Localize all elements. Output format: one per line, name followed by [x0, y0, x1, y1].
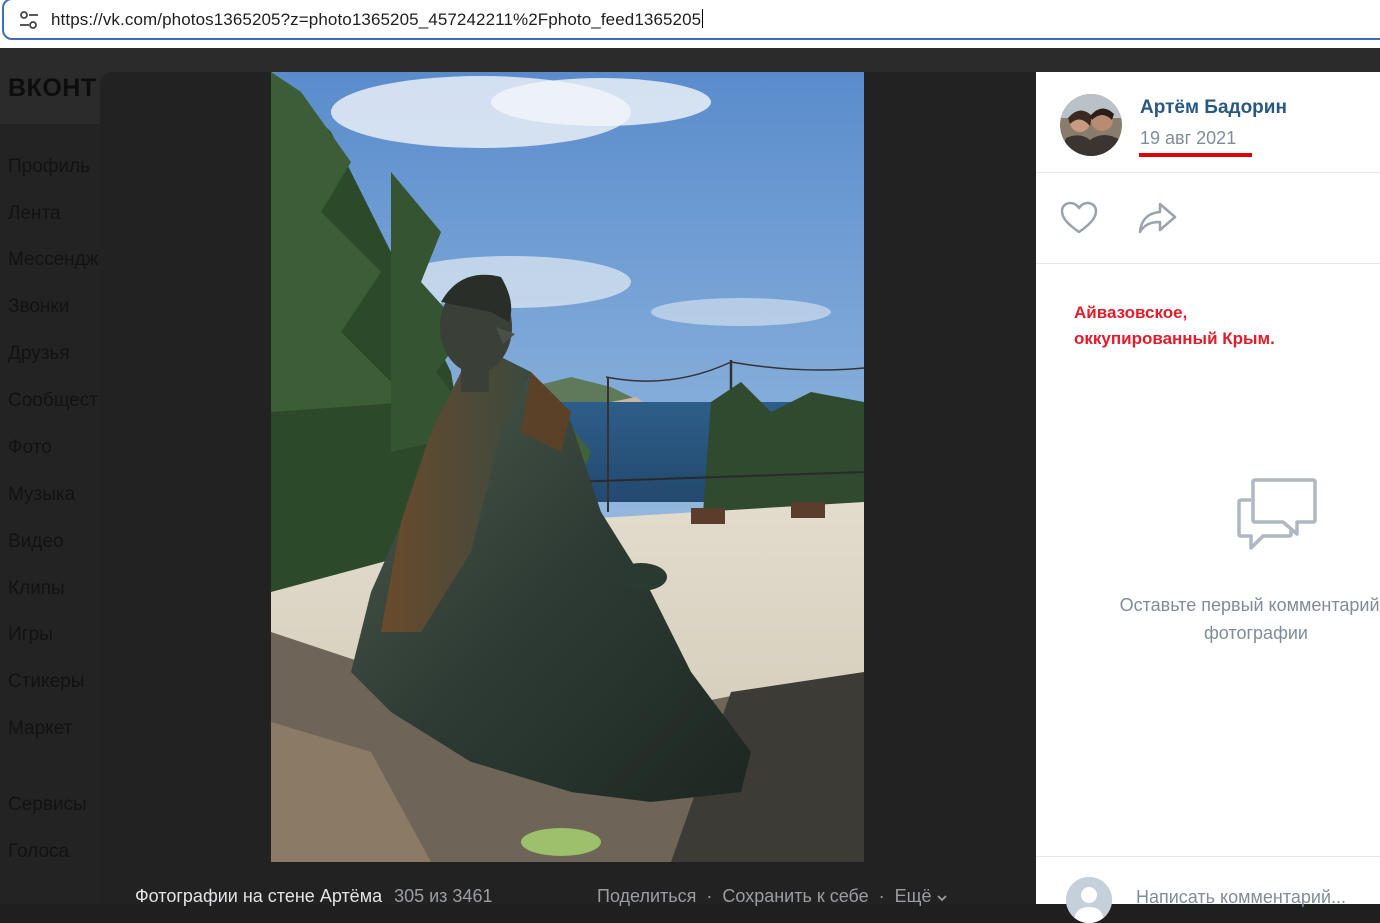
nav-item-friends[interactable]: Друзья: [8, 343, 70, 365]
comments-icon: [1237, 478, 1317, 550]
nav-item-messenger[interactable]: Мессендж: [8, 249, 98, 271]
save-link[interactable]: Сохранить к себе: [722, 886, 868, 906]
share-link[interactable]: Поделиться: [597, 886, 696, 906]
statue-photo: [271, 72, 864, 862]
comment-bar: Написать комментарий...: [1036, 856, 1380, 923]
address-bar[interactable]: https://vk.com/photos1365205?z=photo1365…: [2, 0, 1380, 40]
nav-item-photos[interactable]: Фото: [8, 437, 52, 459]
share-arrow-icon[interactable]: [1138, 201, 1178, 235]
photo-side-panel: Артём Бадорин 19 авг 2021 Айвазовское, о…: [1036, 72, 1380, 923]
nav-item-clips[interactable]: Клипы: [8, 578, 65, 600]
more-menu[interactable]: Ещё: [895, 886, 947, 906]
no-comments-text: Оставьте первый комментарий к фотографии: [1119, 595, 1380, 643]
more-label: Ещё: [894, 886, 932, 906]
nav-item-video[interactable]: Видео: [8, 531, 64, 553]
separator-dot: ·: [706, 886, 713, 906]
nav-item-games[interactable]: Игры: [8, 624, 53, 646]
current-user-avatar: [1066, 877, 1112, 923]
nav-item-votes[interactable]: Голоса: [8, 841, 69, 863]
author-avatar[interactable]: [1060, 94, 1122, 156]
photo-actions: [1036, 173, 1380, 264]
chevron-down-icon: [936, 895, 947, 902]
url-text[interactable]: https://vk.com/photos1365205?z=photo1365…: [51, 9, 704, 30]
date-highlight-underline: [1139, 153, 1252, 157]
heart-icon[interactable]: [1060, 201, 1098, 235]
nav-item-profile[interactable]: Профиль: [8, 156, 90, 178]
vk-logo[interactable]: ВКОНТ: [8, 74, 97, 103]
browser-toolbar: https://vk.com/photos1365205?z=photo1365…: [0, 0, 1380, 48]
separator-dot: ·: [878, 886, 885, 906]
author-name[interactable]: Артём Бадорин: [1140, 97, 1287, 119]
nav-item-calls[interactable]: Звонки: [8, 296, 69, 318]
photo-counter: 305 из 3461: [394, 886, 493, 906]
nav-item-communities[interactable]: Сообщест: [8, 390, 98, 412]
album-title[interactable]: Фотографии на стене Артёма: [135, 886, 382, 906]
author-header: Артём Бадорин 19 авг 2021: [1036, 72, 1380, 173]
nav-item-stickers[interactable]: Стикеры: [8, 671, 84, 693]
nav-item-services[interactable]: Сервисы: [8, 794, 87, 816]
photo-caption: Айвазовское, оккупированный Крым.: [1074, 303, 1275, 348]
photo-image[interactable]: [271, 72, 864, 862]
nav-item-market[interactable]: Маркет: [8, 718, 72, 740]
post-date[interactable]: 19 авг 2021: [1140, 128, 1236, 149]
nav-item-music[interactable]: Музыка: [8, 484, 75, 506]
comment-input[interactable]: Написать комментарий...: [1136, 887, 1346, 908]
nav-item-feed[interactable]: Лента: [8, 203, 61, 225]
tune-icon[interactable]: [18, 9, 40, 31]
